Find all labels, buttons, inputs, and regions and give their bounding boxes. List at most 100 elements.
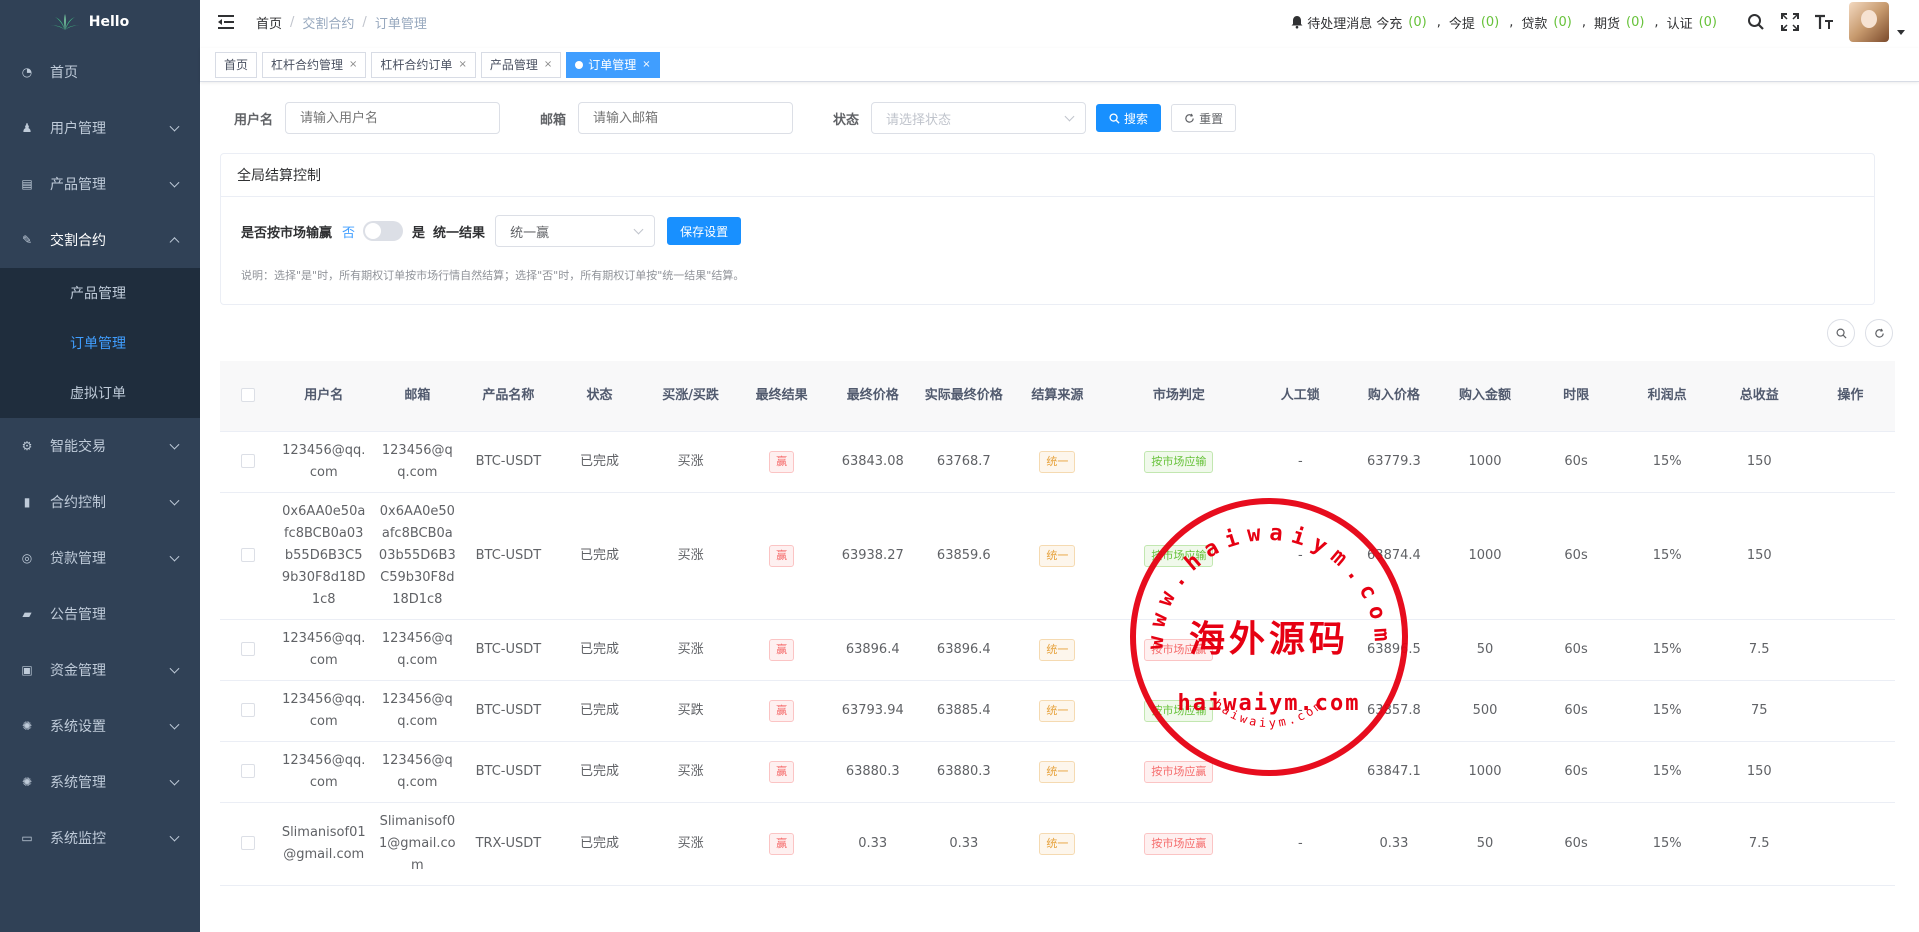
avatar[interactable] — [1849, 2, 1889, 42]
sidebar-item-system[interactable]: ✺ 系统管理 — [0, 754, 200, 810]
market-badge: 按市场应输 — [1144, 450, 1214, 473]
breadcrumb-trade[interactable]: 交割合约 — [302, 13, 354, 32]
row-checkbox[interactable] — [240, 703, 255, 717]
cell-profit: 15% — [1621, 431, 1713, 493]
search-icon[interactable] — [1745, 11, 1767, 33]
sidebar-item-trade-products[interactable]: 产品管理 — [0, 268, 200, 318]
status-select[interactable]: 请选择状态 — [871, 102, 1087, 134]
row-checkbox[interactable] — [240, 454, 255, 468]
cell-status: 已完成 — [553, 619, 646, 681]
sidebar-item-users[interactable]: ♟ 用户管理 — [0, 100, 200, 156]
row-checkbox[interactable] — [240, 642, 255, 656]
sidebar-item-contract[interactable]: ▮ 合约控制 — [0, 474, 200, 530]
cell-amount: 1000 — [1439, 741, 1531, 803]
email-input[interactable] — [578, 102, 794, 134]
switch-no-label: 否 — [342, 225, 356, 241]
settlement-title: 全局结算控制 — [221, 154, 1874, 197]
breadcrumb-home[interactable]: 首页 — [256, 13, 282, 32]
reset-button[interactable]: 重置 — [1171, 104, 1237, 132]
hamburger-icon[interactable] — [218, 15, 234, 29]
market-badge: 按市场应赢 — [1144, 832, 1214, 855]
table-row[interactable]: 123456@qq.com 123456@qq.com BTC-USDT 已完成 买涨赢… — [220, 619, 1895, 681]
sidebar-item-loan[interactable]: ◎ 贷款管理 — [0, 530, 200, 586]
market-badge: 按市场应输 — [1144, 699, 1214, 722]
row-checkbox[interactable] — [240, 836, 255, 850]
cell-profit: 15% — [1621, 492, 1713, 620]
settlement-card: 全局结算控制 是否按市场输赢 否 是 统一结果 统一赢 保存设置 说明：选择"是… — [220, 153, 1875, 305]
message-icon: ▰ — [22, 607, 32, 621]
sidebar-item-funds[interactable]: ▣ 资金管理 — [0, 642, 200, 698]
cell-market: 按市场应输 — [1105, 492, 1253, 620]
fullscreen-icon[interactable] — [1779, 11, 1801, 33]
toggle-search-button[interactable] — [1827, 319, 1855, 347]
sidebar-item-monitor[interactable]: ▭ 系统监控 — [0, 810, 200, 866]
logo[interactable]: Hello — [0, 0, 200, 44]
tag-item[interactable]: 订单管理 × — [566, 51, 660, 78]
breadcrumb-orders: 订单管理 — [374, 16, 427, 32]
sidebar-item-products[interactable]: ▤ 产品管理 — [0, 156, 200, 212]
refresh-button[interactable] — [1865, 319, 1893, 347]
sidebar-item-trade[interactable]: ✎ 交割合约 — [0, 212, 200, 268]
sidebar-item-trade-orders[interactable]: 订单管理 — [0, 318, 200, 368]
table-row[interactable]: 123456@qq.com 123456@qq.com BTC-USDT 已完成 买跌赢… — [220, 680, 1895, 742]
select-all-checkbox[interactable] — [240, 388, 255, 403]
table-row[interactable]: 0x6AA0e50afc8BCB0a03b55D6B3C59b30F8d18D1… — [220, 492, 1895, 620]
settlement-note: 说明：选择"是"时，所有期权订单按市场行情自然结算；选择"否"时，所有期权订单按… — [241, 269, 745, 282]
cell-source: 统一 — [1009, 492, 1106, 620]
search-icon — [1109, 112, 1120, 124]
save-settings-button[interactable]: 保存设置 — [667, 217, 742, 245]
cell-final-price: 63880.3 — [827, 741, 919, 803]
table-row[interactable]: Slimanisof01@gmail.com Slimanisof01@gmail… — [220, 802, 1895, 886]
result-badge: 赢 — [769, 699, 795, 722]
cell-direction: 买涨 — [645, 492, 737, 620]
cell-profit: 15% — [1621, 619, 1713, 681]
source-badge: 统一 — [1039, 760, 1076, 783]
unified-select[interactable]: 统一赢 — [495, 215, 656, 247]
caret-down-icon[interactable] — [1897, 29, 1905, 35]
market-switch[interactable] — [363, 221, 404, 241]
close-icon[interactable]: × — [349, 53, 357, 77]
cell-result: 赢 — [736, 802, 828, 886]
font-size-icon[interactable] — [1813, 11, 1835, 33]
active-dot-icon — [575, 60, 584, 69]
table-row[interactable]: 123456@qq.com 123456@qq.com BTC-USDT 已完成 买涨赢… — [220, 431, 1895, 493]
sidebar-item-settings[interactable]: ✺ 系统设置 — [0, 698, 200, 754]
username-input[interactable] — [285, 102, 501, 134]
cell-product: TRX-USDT — [462, 802, 554, 886]
tag-item[interactable]: 杠杆合约订单 × — [371, 51, 476, 78]
tag-item[interactable]: 杠杆合约管理 × — [262, 51, 367, 78]
cell-total: 7.5 — [1712, 619, 1806, 681]
sidebar-item-trade-virtual[interactable]: 虚拟订单 — [0, 368, 200, 418]
close-icon[interactable]: × — [544, 53, 552, 77]
tag-item[interactable]: 产品管理 × — [480, 51, 562, 78]
market-badge: 按市场应赢 — [1144, 638, 1214, 661]
table-row[interactable]: 123456@qq.com 123456@qq.com BTC-USDT 已完成 买涨赢… — [220, 741, 1895, 803]
cell-limit: 60s — [1530, 619, 1622, 681]
submenu-trade: 产品管理 订单管理 虚拟订单 — [0, 268, 200, 418]
tag-item[interactable]: 首页 — [215, 51, 258, 78]
cell-market: 按市场应赢 — [1105, 741, 1253, 803]
result-badge: 赢 — [769, 544, 795, 567]
cell-actual-price: 63896.4 — [918, 619, 1010, 681]
sidebar-item-smart[interactable]: ⚙ 智能交易 — [0, 418, 200, 474]
close-icon[interactable]: × — [458, 53, 466, 77]
source-badge: 统一 — [1039, 832, 1076, 855]
sidebar-menu: ◔ 首页 ♟ 用户管理 ▤ 产品管理 ✎ 交割合约 产品管理 订单管理 虚拟订单 ⚙ 智能交易 ▮ 合约控制… — [0, 44, 200, 866]
pending-messages[interactable]: 待处理消息 今充 (0), 今提 (0), 贷款 (0), 期货 (0), 认证 (0) — [1290, 13, 1721, 32]
sidebar-item-home[interactable]: ◔ 首页 — [0, 44, 200, 100]
cell-actions — [1805, 741, 1895, 803]
result-badge: 赢 — [769, 638, 795, 661]
column-header: 用户名 — [275, 361, 372, 432]
cell-status: 已完成 — [553, 741, 646, 803]
search-button[interactable]: 搜索 — [1096, 104, 1162, 132]
dashboard-icon: ◔ — [21, 65, 33, 79]
column-header[interactable] — [220, 361, 276, 432]
close-icon[interactable]: × — [642, 53, 650, 77]
row-checkbox[interactable] — [240, 764, 255, 778]
row-checkbox[interactable] — [240, 548, 255, 562]
sidebar-item-notice[interactable]: ▰ 公告管理 — [0, 586, 200, 642]
switch-yes-label: 是 — [412, 225, 426, 241]
sidebar-item-label: 资金管理 — [50, 663, 106, 679]
sidebar-item-label: 公告管理 — [50, 607, 106, 623]
cell-product: BTC-USDT — [462, 492, 554, 620]
